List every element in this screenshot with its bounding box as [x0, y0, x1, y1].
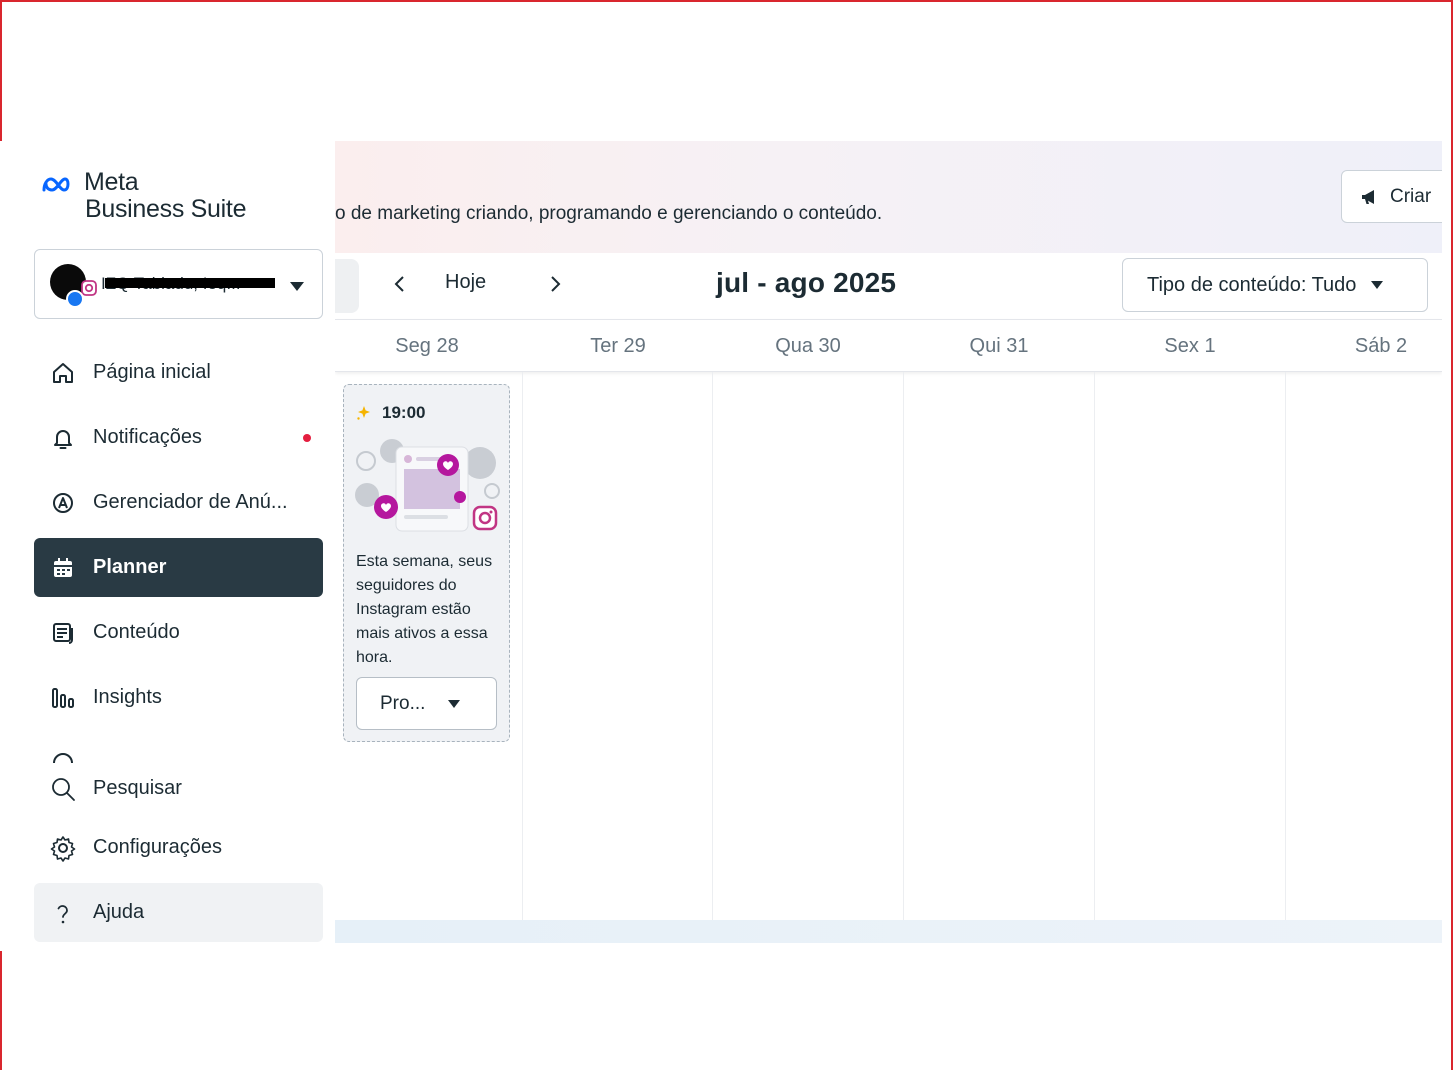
- sidebar: Meta Business Suite IZQ Tabladu, Ieq... …: [0, 141, 335, 951]
- day-label: Qua 30: [775, 335, 841, 357]
- sidebar-item-label: Notificações: [93, 426, 202, 448]
- toolbar-search-field[interactable]: [335, 259, 359, 313]
- day-column-divider: [1285, 372, 1286, 920]
- caret-down-icon: [290, 282, 304, 291]
- day-column-divider: [712, 372, 713, 920]
- search-icon: [52, 777, 75, 801]
- sidebar-item-label: Pesquisar: [93, 777, 182, 799]
- suggested-time-value: 19:00: [382, 403, 426, 422]
- account-switcher[interactable]: IZQ Tabladu, Ieq...: [34, 249, 323, 319]
- sidebar-item-label: Planner: [93, 556, 167, 578]
- sidebar-item-label: Página inicial: [93, 361, 211, 383]
- day-column-divider: [903, 372, 904, 920]
- sidebar-item-planner[interactable]: Planner: [34, 538, 323, 597]
- day-column-divider: [1094, 372, 1095, 920]
- sidebar-item-content[interactable]: Conteúdo: [34, 603, 323, 662]
- suggestion-action-label: Pro...: [380, 692, 426, 714]
- brand-line-2: Business Suite: [85, 195, 247, 223]
- content-type-filter-label: Tipo de conteúdo: Tudo: [1147, 273, 1357, 296]
- week-day-header: Seg 28 Ter 29 Qua 30 Qui 31 Sex 1 Sáb 2: [335, 319, 1442, 372]
- sidebar-item-ads-manager[interactable]: Gerenciador de Anú...: [34, 473, 323, 532]
- date-range-title: jul - ago 2025: [716, 267, 897, 298]
- suggested-time-card[interactable]: 19:00 Esta semana, seus seguidores do In…: [343, 384, 510, 742]
- day-label: Sex 1: [1164, 335, 1216, 357]
- gear-icon: [50, 835, 76, 862]
- sidebar-item-label: Ajuda: [93, 901, 145, 923]
- bell-icon: [54, 429, 72, 449]
- day-label: Sáb 2: [1354, 335, 1408, 357]
- facebook-icon: [66, 290, 84, 308]
- sidebar-item-help[interactable]: Ajuda: [34, 883, 323, 942]
- chevron-left-icon: [394, 276, 404, 292]
- sidebar-item-insights[interactable]: Insights: [34, 668, 323, 727]
- question-mark-icon: [57, 904, 68, 923]
- caret-down-icon: [1371, 281, 1384, 289]
- content-type-filter[interactable]: Tipo de conteúdo: Tudo: [1122, 258, 1428, 312]
- megaphone-icon: [1362, 189, 1374, 204]
- next-week-button[interactable]: [542, 269, 568, 299]
- ads-manager-icon: [53, 492, 73, 513]
- sidebar-item-label: Configurações: [93, 836, 222, 858]
- meta-infinity-icon: [42, 177, 70, 192]
- brand-line-1: Meta: [84, 168, 139, 196]
- day-column-divider: [522, 372, 523, 920]
- sidebar-item-label: Gerenciador de Anú...: [93, 491, 288, 513]
- instagram-icon: [81, 280, 97, 296]
- create-button[interactable]: Criar: [1341, 170, 1442, 223]
- sidebar-item-label: Conteúdo: [93, 621, 180, 643]
- sidebar-item-search[interactable]: Pesquisar: [34, 759, 323, 818]
- calendar-icon: [54, 557, 72, 577]
- today-button[interactable]: Hoje: [445, 271, 486, 294]
- bar-chart-icon: [52, 687, 74, 708]
- sidebar-item-settings[interactable]: Configurações: [34, 818, 323, 877]
- suggested-time: 19:00: [356, 403, 425, 423]
- main-content: o de marketing criando, programando e ge…: [335, 141, 1442, 943]
- redaction-bar: [105, 278, 275, 288]
- meta-business-suite-logo[interactable]: Meta Business Suite: [40, 169, 246, 223]
- chevron-right-icon: [551, 276, 561, 292]
- day-label: Seg 28: [395, 335, 459, 357]
- home-icon: [53, 362, 73, 383]
- previous-week-button[interactable]: [387, 269, 413, 299]
- sidebar-item-label: Insights: [93, 686, 162, 708]
- sparkle-icon: [357, 406, 370, 420]
- content-icon: [53, 622, 73, 644]
- day-label: Ter 29: [590, 335, 646, 357]
- suggestion-message: Esta semana, seus seguidores do Instagra…: [356, 553, 493, 666]
- create-button-label: Criar: [1390, 185, 1432, 207]
- planner-header-banner: o de marketing criando, programando e ge…: [335, 141, 1442, 253]
- sidebar-item-notifications[interactable]: Notificações: [34, 408, 323, 467]
- caret-down-icon: [448, 699, 461, 708]
- instagram-activity-illustration: [355, 439, 500, 532]
- suggestion-action-dropdown[interactable]: Pro...: [356, 677, 497, 730]
- calendar-bottom-bar: [335, 920, 1442, 943]
- unread-notification-dot: [303, 434, 311, 442]
- sidebar-item-home[interactable]: Página inicial: [34, 343, 323, 402]
- calendar-toolbar: Hoje jul - ago 2025 Tipo de conteúdo: Tu…: [335, 253, 1442, 319]
- planner-description: o de marketing criando, programando e ge…: [335, 203, 883, 224]
- day-label: Qui 31: [969, 335, 1029, 357]
